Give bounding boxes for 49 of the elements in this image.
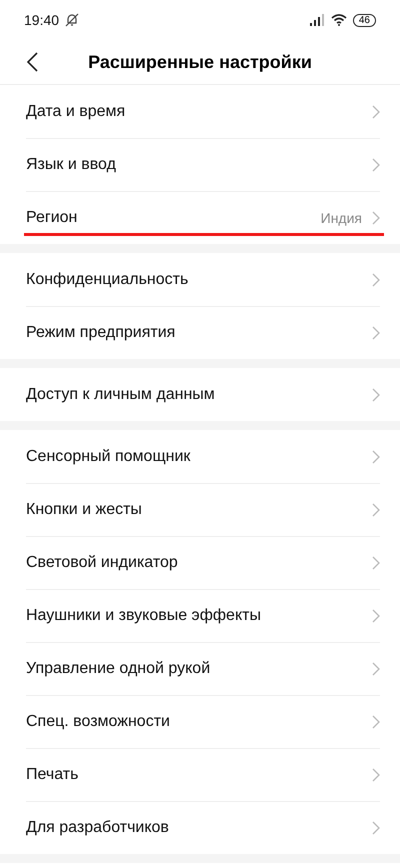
settings-item[interactable]: Управление одной рукой (0, 642, 400, 695)
wifi-icon (330, 14, 347, 26)
item-label: Наушники и звуковые эффекты (26, 606, 262, 624)
bell-off-icon (65, 13, 80, 27)
settings-item[interactable]: Конфиденциальность (0, 253, 400, 306)
item-label: Световой индикатор (26, 554, 179, 572)
chevron-icon (372, 210, 380, 224)
item-label: Кнопки и жесты (26, 500, 143, 518)
item-label: Язык и ввод (26, 156, 117, 174)
settings-item[interactable]: Световой индикатор (0, 536, 400, 589)
chevron-icon (372, 450, 380, 464)
item-label: Регион (26, 208, 78, 226)
settings-item[interactable]: Для разработчиков (0, 801, 400, 854)
chevron-icon (372, 556, 380, 570)
item-value: Индия (320, 210, 362, 226)
chevron-icon (372, 326, 380, 340)
signal-icon (308, 14, 325, 26)
settings-item[interactable]: Доступ к личным данным (0, 368, 400, 421)
chevron-icon (372, 502, 380, 516)
item-label: Конфиденциальность (26, 270, 190, 288)
settings-item[interactable]: Дата и время (0, 85, 400, 138)
item-label: Сенсорный помощник (26, 448, 192, 466)
chevron-icon (372, 768, 380, 782)
item-label: Печать (26, 766, 80, 784)
settings-item[interactable]: Язык и ввод (0, 138, 400, 191)
settings-item[interactable]: Режим предприятия (0, 306, 400, 359)
chevron-icon (372, 662, 380, 676)
status-time: 19:40 (24, 12, 60, 28)
chevron-icon (372, 388, 380, 402)
chevron-icon (372, 158, 380, 172)
settings-item[interactable]: Печать (0, 748, 400, 801)
chevron-icon (372, 820, 380, 834)
chevron-icon (372, 608, 380, 622)
chevron-icon (372, 714, 380, 728)
item-label: Дата и время (26, 102, 126, 120)
battery-level: 46 (352, 14, 376, 26)
item-label: Режим предприятия (26, 324, 176, 342)
page-title: Расширенные настройки (87, 52, 313, 72)
item-label: Для разработчиков (26, 818, 170, 836)
item-label: Управление одной рукой (26, 660, 212, 678)
settings-item[interactable]: Сенсорный помощник (0, 430, 400, 483)
chevron-icon (372, 272, 380, 286)
settings-item[interactable]: Кнопки и жесты (0, 483, 400, 536)
item-label: Доступ к личным данным (26, 386, 216, 404)
item-label: Спец. возможности (26, 712, 171, 730)
settings-item[interactable]: Наушники и звуковые эффекты (0, 589, 400, 642)
chevron-icon (372, 104, 380, 118)
settings-item[interactable]: Регион Индия (0, 191, 400, 244)
settings-item[interactable]: Спец. возможности (0, 695, 400, 748)
